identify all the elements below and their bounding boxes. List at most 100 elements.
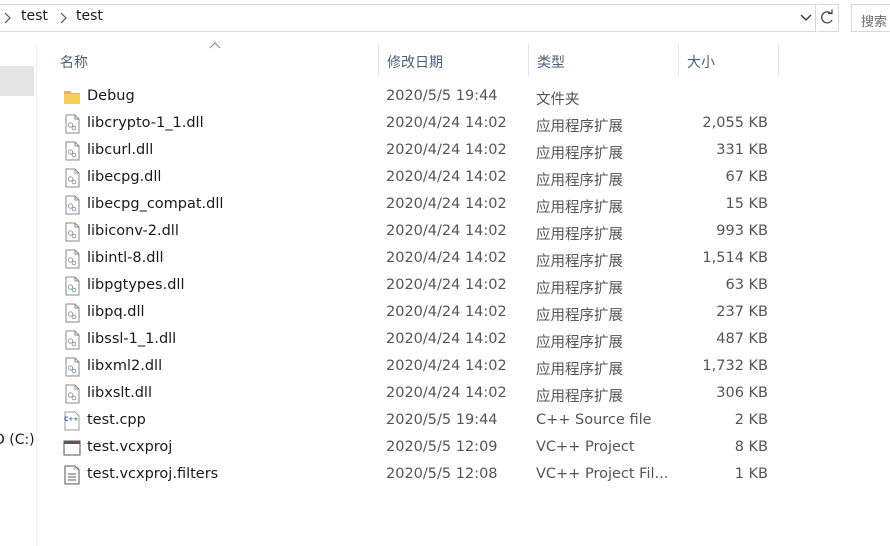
column-header-type[interactable]: 类型 <box>529 44 679 76</box>
column-header-date[interactable]: 修改日期 <box>379 44 529 76</box>
address-box[interactable] <box>0 4 816 32</box>
file-date: 2020/4/24 14:02 <box>386 304 507 320</box>
file-size: 1,514 KB <box>702 250 768 266</box>
file-row[interactable]: ++ test.vcxproj.filters 2020/5/5 12:08 VC++… <box>58 462 778 489</box>
file-size: 2,055 KB <box>702 115 768 131</box>
file-type: 应用程序扩展 <box>536 362 623 378</box>
chevron-right-icon[interactable] <box>60 12 67 24</box>
file-size: 2 KB <box>734 412 768 428</box>
file-size: 1 KB <box>734 466 768 482</box>
file-name: libecpg_compat.dll <box>87 196 224 212</box>
chevron-right-icon[interactable] <box>4 12 11 24</box>
file-name: test.vcxproj.filters <box>87 466 219 482</box>
dll-icon <box>63 168 81 188</box>
file-row[interactable]: libiconv-2.dll 2020/4/24 14:02 应用程序扩展 993 K… <box>58 219 778 246</box>
file-row[interactable]: Debug 2020/5/5 19:44 文件夹 <box>58 84 778 111</box>
file-type: C++ Source file <box>536 412 652 428</box>
file-date: 2020/4/24 14:02 <box>386 169 507 185</box>
file-size: 306 KB <box>716 385 768 401</box>
file-date: 2020/4/24 14:02 <box>386 358 507 374</box>
dll-icon <box>63 249 81 269</box>
file-size: 63 KB <box>725 277 768 293</box>
file-date: 2020/4/24 14:02 <box>386 115 507 131</box>
nav-item-drive[interactable]: D (C:) <box>0 432 35 448</box>
file-name: libcrypto-1_1.dll <box>87 115 204 131</box>
file-row[interactable]: libxml2.dll 2020/4/24 14:02 应用程序扩展 1,732 KB <box>58 354 778 381</box>
file-date: 2020/5/5 12:09 <box>386 439 498 455</box>
file-date: 2020/5/5 19:44 <box>386 412 498 428</box>
file-row[interactable]: libpq.dll 2020/4/24 14:02 应用程序扩展 237 KB <box>58 300 778 327</box>
file-type: VC++ Project <box>536 439 635 455</box>
address-bar: test test 搜索 <box>0 0 890 36</box>
search-input[interactable]: 搜索 <box>851 4 890 32</box>
file-date: 2020/4/24 14:02 <box>386 385 507 401</box>
dll-icon <box>63 114 81 134</box>
file-size: 67 KB <box>725 169 768 185</box>
file-type: 应用程序扩展 <box>536 119 623 135</box>
file-type: 应用程序扩展 <box>536 335 623 351</box>
folder-icon <box>63 87 81 107</box>
file-row[interactable]: libcurl.dll 2020/4/24 14:02 应用程序扩展 331 KB <box>58 138 778 165</box>
file-date: 2020/4/24 14:02 <box>386 331 507 347</box>
file-date: 2020/4/24 14:02 <box>386 223 507 239</box>
file-row[interactable]: libecpg.dll 2020/4/24 14:02 应用程序扩展 67 KB <box>58 165 778 192</box>
file-row[interactable]: libpgtypes.dll 2020/4/24 14:02 应用程序扩展 63 KB <box>58 273 778 300</box>
refresh-button[interactable] <box>817 4 839 32</box>
file-size: 1,732 KB <box>702 358 768 374</box>
svg-text:++: ++ <box>73 439 80 444</box>
file-name: libxslt.dll <box>87 385 152 401</box>
file-row[interactable]: libecpg_compat.dll 2020/4/24 14:02 应用程序扩展 1… <box>58 192 778 219</box>
file-size: 8 KB <box>734 439 768 455</box>
cpp-file-icon: C++ <box>63 411 81 431</box>
file-name: test.vcxproj <box>87 439 173 455</box>
file-size: 331 KB <box>716 142 768 158</box>
file-row[interactable]: ++ test.vcxproj 2020/5/5 12:09 VC++ Project… <box>58 435 778 462</box>
file-name: libssl-1_1.dll <box>87 331 177 347</box>
file-type: VC++ Project Fil... <box>536 466 669 482</box>
file-type: 应用程序扩展 <box>536 281 623 297</box>
search-placeholder: 搜索 <box>861 15 888 30</box>
file-row[interactable]: libssl-1_1.dll 2020/4/24 14:02 应用程序扩展 487 K… <box>58 327 778 354</box>
file-name: libpq.dll <box>87 304 145 320</box>
file-type: 应用程序扩展 <box>536 146 623 162</box>
file-name: Debug <box>87 88 135 104</box>
chevron-down-icon[interactable] <box>798 9 814 27</box>
dll-icon <box>63 357 81 377</box>
file-date: 2020/5/5 19:44 <box>386 88 498 104</box>
dll-icon <box>63 330 81 350</box>
breadcrumb-item-test-current[interactable]: test <box>76 8 103 24</box>
file-date: 2020/5/5 12:08 <box>386 466 498 482</box>
file-type: 应用程序扩展 <box>536 254 623 270</box>
file-type: 应用程序扩展 <box>536 227 623 243</box>
file-type: 应用程序扩展 <box>536 389 623 405</box>
file-name: libintl-8.dll <box>87 250 164 266</box>
navigation-pane: D (C:) <box>0 44 37 546</box>
file-type: 文件夹 <box>536 92 580 108</box>
file-name: libpgtypes.dll <box>87 277 185 293</box>
file-name: libxml2.dll <box>87 358 163 374</box>
dll-icon <box>63 276 81 296</box>
dll-icon <box>63 222 81 242</box>
file-type: 应用程序扩展 <box>536 200 623 216</box>
file-name: libecpg.dll <box>87 169 162 185</box>
file-date: 2020/4/24 14:02 <box>386 277 507 293</box>
file-date: 2020/4/24 14:02 <box>386 196 507 212</box>
file-row[interactable]: libcrypto-1_1.dll 2020/4/24 14:02 应用程序扩展 2,… <box>58 111 778 138</box>
file-date: 2020/4/24 14:02 <box>386 250 507 266</box>
file-type: 应用程序扩展 <box>536 308 623 324</box>
column-header-size[interactable]: 大小 <box>679 44 779 76</box>
file-row[interactable]: libxslt.dll 2020/4/24 14:02 应用程序扩展 306 KB <box>58 381 778 408</box>
dll-icon <box>63 384 81 404</box>
file-date: 2020/4/24 14:02 <box>386 142 507 158</box>
nav-item-selected[interactable] <box>0 66 34 96</box>
dll-icon <box>63 303 81 323</box>
file-name: libcurl.dll <box>87 142 154 158</box>
filters-file-icon: ++ <box>63 465 81 485</box>
file-row[interactable]: C++ test.cpp 2020/5/5 19:44 C++ Source file… <box>58 408 778 435</box>
breadcrumb-item-test[interactable]: test <box>21 8 48 24</box>
file-row[interactable]: libintl-8.dll 2020/4/24 14:02 应用程序扩展 1,514 … <box>58 246 778 273</box>
svg-text:C++: C++ <box>64 416 78 423</box>
file-size: 237 KB <box>716 304 768 320</box>
column-header-name[interactable]: 名称 <box>52 44 379 76</box>
svg-text:++: ++ <box>73 466 80 471</box>
